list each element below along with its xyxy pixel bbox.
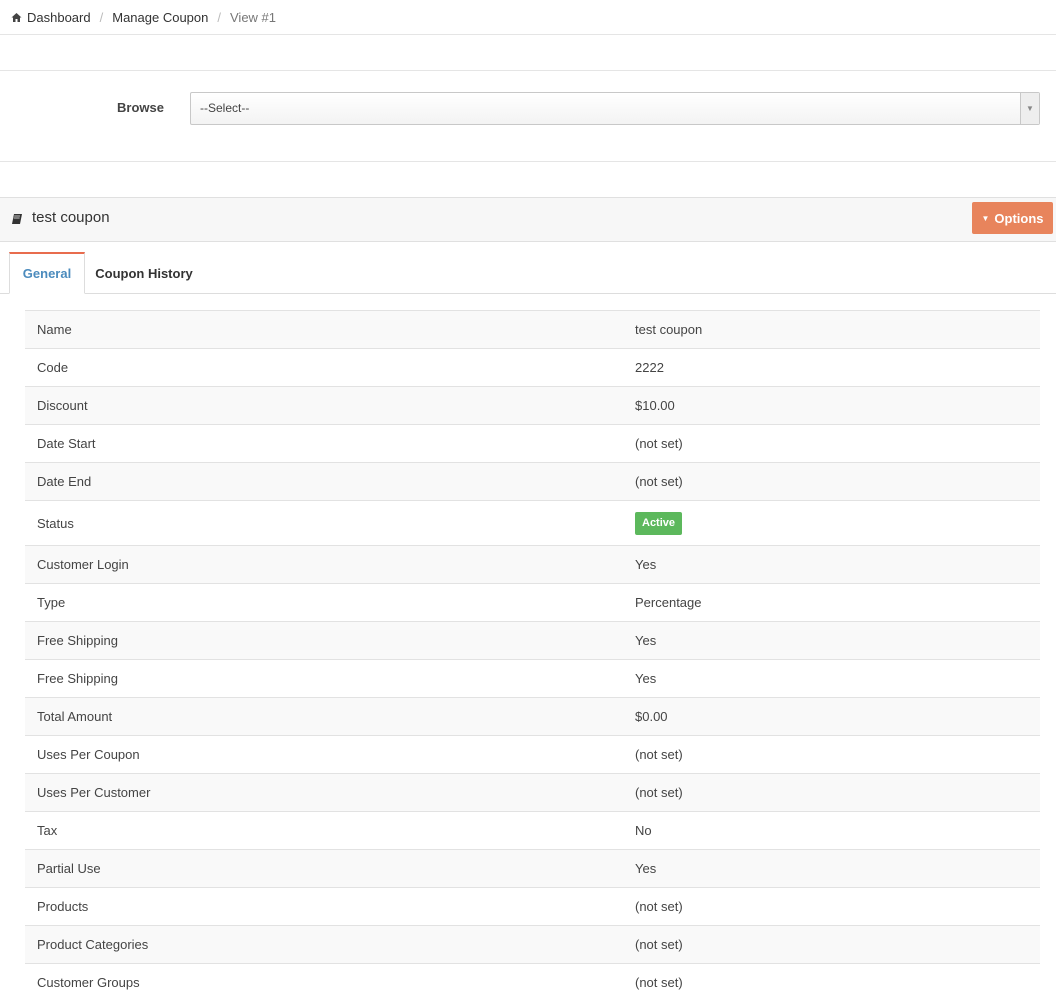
options-button[interactable]: ▼ Options [972, 202, 1053, 234]
row-value: (not set) [623, 963, 1040, 1001]
row-label: Name [25, 310, 623, 349]
chevron-down-icon[interactable]: ▼ [1020, 93, 1039, 124]
tab-coupon-history[interactable]: Coupon History [86, 252, 202, 294]
breadcrumb: Dashboard / Manage Coupon / View #1 [0, 0, 1056, 35]
table-row: Customer Groups (not set) [25, 963, 1040, 1001]
book-icon [11, 212, 23, 224]
table-row: Code 2222 [25, 348, 1040, 387]
panel-header: test coupon ▼ Options [0, 197, 1056, 242]
row-value: $0.00 [623, 697, 1040, 736]
row-value: test coupon [623, 310, 1040, 349]
row-label: Discount [25, 386, 623, 425]
spacer [0, 162, 1056, 197]
row-label: Date Start [25, 424, 623, 463]
row-value: Yes [623, 659, 1040, 698]
row-label: Uses Per Customer [25, 773, 623, 812]
table-row: Uses Per Coupon (not set) [25, 735, 1040, 774]
breadcrumb-current: View #1 [230, 9, 277, 25]
status-badge: Active [635, 511, 683, 535]
row-label: Free Shipping [25, 659, 623, 698]
table-row: Tax No [25, 811, 1040, 850]
row-label: Product Categories [25, 925, 623, 964]
row-label: Tax [25, 811, 623, 850]
table-row: Uses Per Customer (not set) [25, 773, 1040, 812]
row-value: Yes [623, 545, 1040, 584]
browse-row: Browse --Select-- ▼ [0, 72, 1056, 162]
table-row: Free Shipping Yes [25, 621, 1040, 660]
row-value: (not set) [623, 773, 1040, 812]
row-label: Free Shipping [25, 621, 623, 660]
row-label: Uses Per Coupon [25, 735, 623, 774]
row-label: Partial Use [25, 849, 623, 888]
row-value: 2222 [623, 348, 1040, 387]
row-label: Status [25, 500, 623, 546]
browse-select-value: --Select-- [200, 101, 250, 115]
table-row: Status Active [25, 500, 1040, 546]
row-value: (not set) [623, 925, 1040, 964]
row-label: Customer Login [25, 545, 623, 584]
table-row: Date End (not set) [25, 462, 1040, 501]
row-label: Products [25, 887, 623, 926]
row-value: (not set) [623, 462, 1040, 501]
browse-select[interactable]: --Select-- ▼ [190, 92, 1040, 125]
table-row: Name test coupon [25, 310, 1040, 349]
row-value: Percentage [623, 583, 1040, 622]
table-row: Free Shipping Yes [25, 659, 1040, 698]
row-label: Date End [25, 462, 623, 501]
breadcrumb-separator: / [217, 9, 221, 25]
row-value: $10.00 [623, 386, 1040, 425]
browse-label: Browse [117, 100, 164, 115]
row-value: (not set) [623, 887, 1040, 926]
row-value: (not set) [623, 424, 1040, 463]
spacer-bar [0, 36, 1056, 71]
row-label: Type [25, 583, 623, 622]
tab-bar: General Coupon History [0, 252, 1056, 294]
row-label: Customer Groups [25, 963, 623, 1001]
caret-down-icon: ▼ [981, 213, 990, 223]
row-label: Code [25, 348, 623, 387]
breadcrumb-manage-coupon[interactable]: Manage Coupon [112, 10, 208, 25]
breadcrumb-separator: / [99, 9, 104, 25]
table-row: Partial Use Yes [25, 849, 1040, 888]
table-row: Product Categories (not set) [25, 925, 1040, 964]
options-label: Options [994, 210, 1044, 226]
row-value: Active [623, 500, 1040, 546]
details-table: Name test coupon Code 2222 Discount $10.00 … [25, 310, 1040, 1001]
table-row: Customer Login Yes [25, 545, 1040, 584]
row-value: Yes [623, 849, 1040, 888]
panel-title-text: test coupon [32, 209, 110, 226]
row-value: No [623, 811, 1040, 850]
table-row: Products (not set) [25, 887, 1040, 926]
home-icon [11, 12, 22, 23]
row-label: Total Amount [25, 697, 623, 736]
tab-general[interactable]: General [9, 252, 85, 294]
row-value: Yes [623, 621, 1040, 660]
row-value: (not set) [623, 735, 1040, 774]
panel-title: test coupon [11, 209, 110, 226]
breadcrumb-dashboard[interactable]: Dashboard [27, 10, 91, 25]
table-row: Total Amount $0.00 [25, 697, 1040, 736]
table-row: Type Percentage [25, 583, 1040, 622]
table-row: Discount $10.00 [25, 386, 1040, 425]
table-row: Date Start (not set) [25, 424, 1040, 463]
